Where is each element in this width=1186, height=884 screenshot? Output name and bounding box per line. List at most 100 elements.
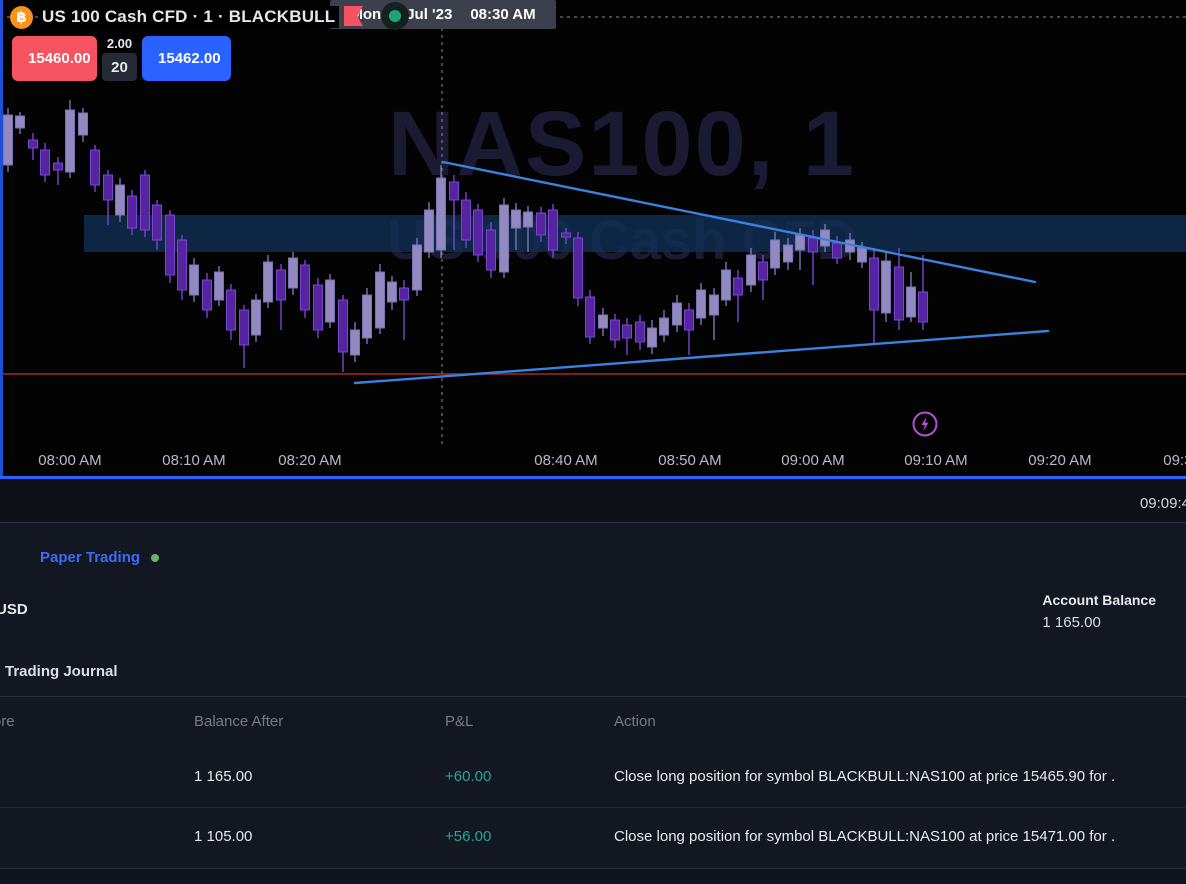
time-axis-label: 08:40 AM <box>534 452 598 469</box>
candle-body <box>622 324 632 339</box>
account-currency: USD <box>0 601 28 618</box>
candle-body <box>511 209 521 229</box>
cell-balance-after: 1 165.00 <box>194 768 253 785</box>
broker-logo-icon: ฿ <box>10 5 33 29</box>
candle-body <box>350 329 360 356</box>
candle-body <box>573 237 583 299</box>
chart-pane[interactable]: NAS100, 1 US 100 Cash CFD ฿ US 100 Cash … <box>0 0 1186 479</box>
candle-body <box>746 254 756 286</box>
candle-body <box>28 139 38 149</box>
cell-action: Close long position for symbol BLACKBULL… <box>614 828 1116 845</box>
candle-body <box>684 309 694 331</box>
supply-zone[interactable] <box>84 215 1186 252</box>
candle-body <box>808 237 818 253</box>
chart-footer-strip: 09:09:4 <box>0 479 1186 522</box>
candle-body <box>300 264 310 311</box>
candle-body <box>449 181 459 201</box>
candle-body <box>659 317 669 336</box>
candle-body <box>647 327 657 348</box>
candle-body <box>325 279 335 323</box>
candle-body <box>770 239 780 269</box>
symbol-title[interactable]: US 100 Cash CFD · 1 · BLACKBULL <box>42 6 340 28</box>
order-entry-bar: 15460.00 2.00 20 15462.00 <box>12 36 231 81</box>
time-axis-label: 08:20 AM <box>278 452 342 469</box>
cell-pnl: +60.00 <box>445 768 492 785</box>
candle-body <box>239 309 249 346</box>
time-axis-label: 08:00 AM <box>38 452 102 469</box>
candle-body <box>375 271 385 329</box>
candle-body <box>610 319 620 341</box>
candle-body <box>140 174 150 231</box>
candle-body <box>906 286 916 318</box>
candle-body <box>214 271 224 301</box>
candle-body <box>338 299 348 353</box>
candle-body <box>78 112 88 136</box>
col-header-action: Action <box>614 713 656 730</box>
journal-table-header: Balance Before Balance After P&L Action <box>0 713 1186 737</box>
candle-body <box>881 260 891 314</box>
candle-body <box>758 261 768 281</box>
symbol-legend[interactable]: ฿ US 100 Cash CFD · 1 · BLACKBULL <box>10 3 340 31</box>
connection-status-icon[interactable] <box>381 2 409 30</box>
tab-paper-trading[interactable]: Paper Trading <box>40 549 140 566</box>
candle-body <box>399 287 409 301</box>
candle-body <box>894 266 904 321</box>
candle-body <box>177 239 187 291</box>
time-axis-label: 09:30 <box>1163 452 1186 469</box>
candle-body <box>473 209 483 256</box>
candle-body <box>499 204 509 273</box>
candle-body <box>90 149 100 186</box>
candle-body <box>127 195 137 229</box>
candle-body <box>276 269 286 301</box>
candle-body <box>832 242 842 259</box>
candle-body <box>3 114 13 166</box>
candle-body <box>412 244 422 291</box>
candle-body <box>857 247 867 263</box>
divider <box>0 696 1186 697</box>
candle-body <box>561 232 571 238</box>
candle-body <box>436 177 446 251</box>
candle-body <box>709 294 719 316</box>
candle-body <box>313 284 323 331</box>
candle-body <box>424 209 434 253</box>
divider <box>0 807 1186 808</box>
candle-body <box>202 279 212 311</box>
chart-left-border <box>0 0 3 478</box>
connection-dot <box>389 10 401 22</box>
candle-body <box>53 162 63 171</box>
col-header-balance-before: Balance Before <box>0 713 15 730</box>
time-axis[interactable]: 08:00 AM 08:10 AM 08:20 AM 08:40 AM 08:50 AM… <box>0 446 1186 476</box>
candle-body <box>918 291 928 323</box>
buy-button[interactable]: 15462.00 <box>142 36 231 81</box>
account-balance-block: Account Balance 1 165.00 <box>1042 592 1156 631</box>
candle-body <box>115 184 125 216</box>
candle-body <box>251 299 261 336</box>
trendline[interactable] <box>353 329 1050 385</box>
paper-trading-status-dot <box>151 554 159 562</box>
candle-body <box>869 257 879 311</box>
time-axis-label: 08:50 AM <box>658 452 722 469</box>
candle-body <box>263 261 273 303</box>
time-axis-label: 08:10 AM <box>162 452 226 469</box>
candle-body <box>165 214 175 276</box>
candle-body <box>15 115 25 129</box>
cell-pnl: +56.00 <box>445 828 492 845</box>
quantity-stepper[interactable]: 20 <box>102 53 137 81</box>
candle-body <box>65 109 75 173</box>
candle-body <box>226 289 236 331</box>
candle-body <box>189 264 199 296</box>
candle-body <box>783 244 793 263</box>
candle-body <box>672 302 682 326</box>
candle-body <box>733 277 743 296</box>
chart-bottom-border <box>0 476 1186 479</box>
candle-body <box>461 199 471 241</box>
time-axis-label: 09:00 AM <box>781 452 845 469</box>
lightning-marker-icon[interactable] <box>911 410 939 438</box>
tooltip-time: 08:30 AM <box>470 6 536 23</box>
candle-body <box>40 149 50 176</box>
candle-body <box>486 229 496 271</box>
sell-button[interactable]: 15460.00 <box>12 36 97 81</box>
journal-row: 1 165.00 +60.00 Close long position for sy… <box>0 768 1186 792</box>
spread-value: 2.00 <box>106 36 133 51</box>
col-header-balance-after: Balance After <box>194 713 284 730</box>
